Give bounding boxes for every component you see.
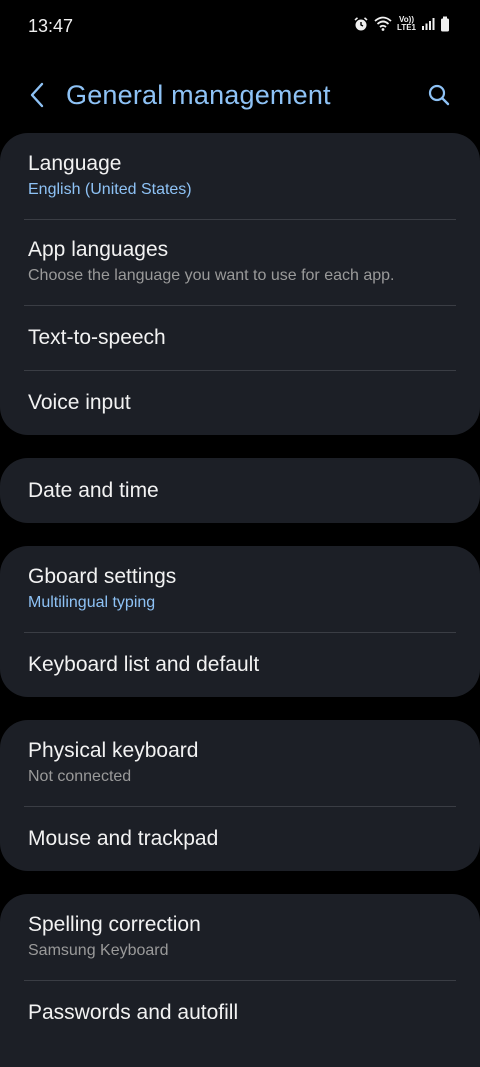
setting-language[interactable]: Language English (United States) (0, 133, 480, 219)
setting-app-languages[interactable]: App languages Choose the language you wa… (0, 219, 480, 305)
setting-subtitle: English (United States) (28, 181, 192, 198)
settings-group-date: Date and time (0, 458, 480, 523)
setting-title: Voice input (28, 390, 131, 414)
page-title: General management (66, 80, 331, 110)
wifi-icon (374, 16, 392, 32)
app-header: General management (0, 70, 480, 124)
setting-voice-input[interactable]: Voice input (0, 370, 480, 435)
setting-title: Text-to-speech (28, 325, 166, 349)
status-icons: Vo)) LTE1 (353, 16, 450, 32)
setting-title: Passwords and autofill (28, 1000, 239, 1024)
setting-title: Gboard settings (28, 565, 177, 588)
chevron-left-icon (29, 82, 45, 113)
setting-title: App languages (28, 238, 169, 261)
alarm-icon (353, 16, 369, 32)
setting-subtitle: Samsung Keyboard (28, 942, 169, 959)
setting-title: Spelling correction (28, 913, 201, 936)
setting-title: Keyboard list and default (28, 652, 260, 676)
setting-title: Language (28, 152, 122, 175)
setting-keyboard-list[interactable]: Keyboard list and default (0, 632, 480, 697)
search-icon (427, 83, 451, 112)
volte-indicator: Vo)) LTE1 (397, 15, 416, 32)
setting-spelling-correction[interactable]: Spelling correction Samsung Keyboard (0, 894, 480, 980)
settings-group-keyboard: Gboard settings Multilingual typing Keyb… (0, 546, 480, 697)
back-button[interactable] (22, 80, 52, 114)
settings-group-input-assist: Spelling correction Samsung Keyboard Pas… (0, 894, 480, 1067)
settings-group-physical: Physical keyboard Not connected Mouse an… (0, 720, 480, 871)
battery-icon (440, 16, 450, 32)
setting-text-to-speech[interactable]: Text-to-speech (0, 305, 480, 370)
setting-title: Physical keyboard (28, 739, 199, 762)
status-time: 13:47 (28, 16, 74, 36)
status-bar: 13:47 Vo)) LTE1 (0, 0, 480, 56)
setting-physical-keyboard[interactable]: Physical keyboard Not connected (0, 720, 480, 806)
setting-title: Date and time (28, 478, 159, 502)
settings-group-language: Language English (United States) App lan… (0, 133, 480, 435)
setting-passwords-autofill[interactable]: Passwords and autofill (0, 980, 480, 1045)
setting-mouse-trackpad[interactable]: Mouse and trackpad (0, 806, 480, 871)
setting-subtitle: Not connected (28, 768, 132, 785)
signal-icon (421, 17, 435, 31)
setting-subtitle: Multilingual typing (28, 594, 156, 611)
setting-title: Mouse and trackpad (28, 826, 219, 850)
setting-date-and-time[interactable]: Date and time (0, 458, 480, 523)
search-button[interactable] (422, 80, 456, 114)
setting-gboard-settings[interactable]: Gboard settings Multilingual typing (0, 546, 480, 632)
setting-subtitle: Choose the language you want to use for … (28, 267, 395, 284)
